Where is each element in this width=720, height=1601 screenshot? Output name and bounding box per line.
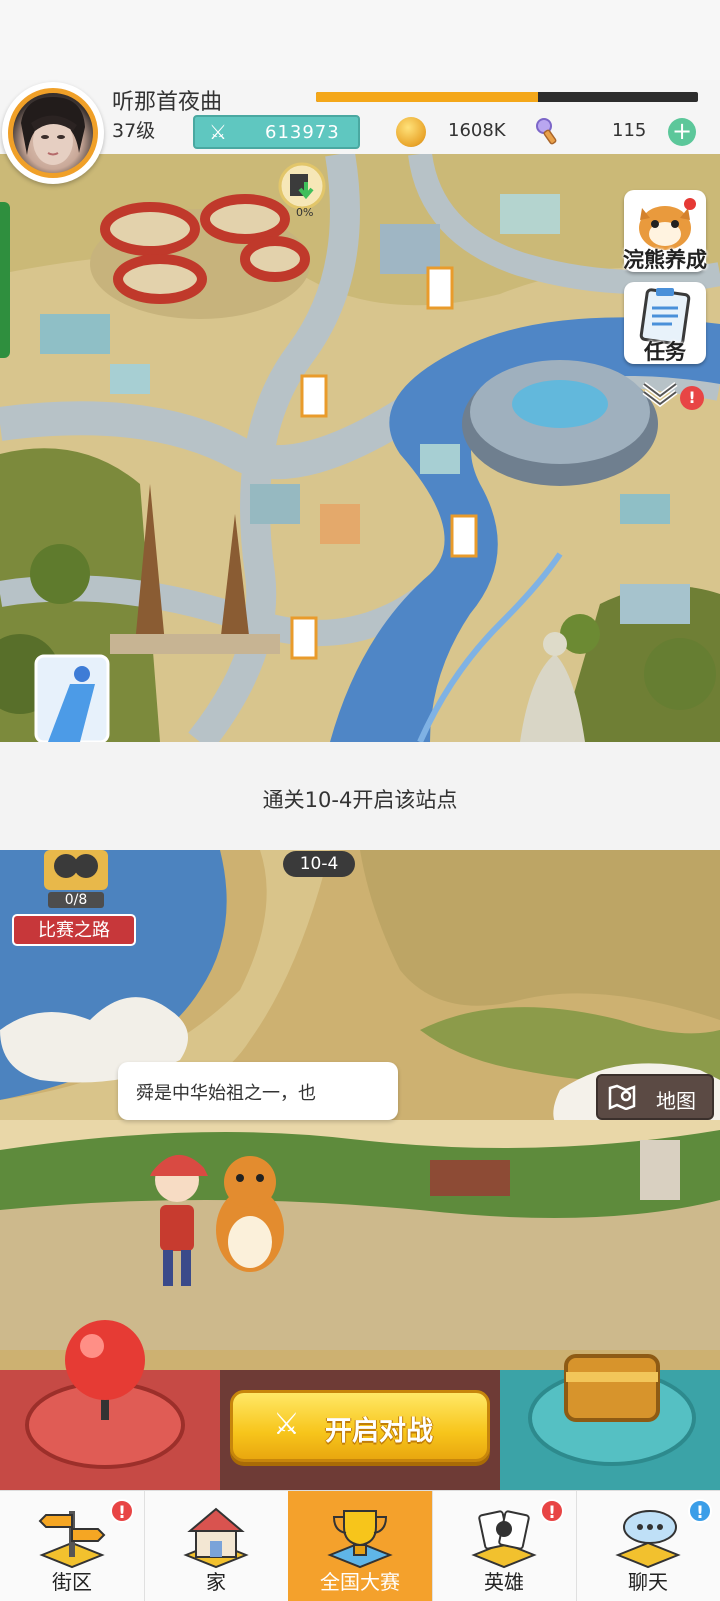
nav-item-chat[interactable]: ! 聊天 xyxy=(576,1491,720,1601)
player-level: 37级 xyxy=(112,120,156,142)
nav-item-street[interactable]: ! 街区 xyxy=(0,1491,144,1601)
match-road-icon xyxy=(44,850,108,890)
trophy-icon xyxy=(327,1510,393,1569)
nav-item-heroes[interactable]: ! 英雄 xyxy=(432,1491,576,1601)
nav-label-home: 家 xyxy=(206,1570,226,1594)
xp-progress-bar xyxy=(316,92,698,102)
start-battle-label: 开启对战 xyxy=(325,1416,433,1447)
player-avatar[interactable] xyxy=(8,88,98,178)
match-road-progress: 0/8 xyxy=(48,892,104,908)
nav-label-street: 街区 xyxy=(52,1570,92,1594)
crossed-swords-icon: ⚔ xyxy=(209,120,227,144)
treasure-chest-button[interactable] xyxy=(520,1354,710,1484)
current-stage-tag: 10-4 xyxy=(283,851,355,877)
combat-power-box[interactable]: ⚔ 613973 xyxy=(193,115,360,149)
dialogue-bubble[interactable]: 舜是中华始祖之一，也 xyxy=(118,1062,398,1120)
dialogue-text: 舜是中华始祖之一，也 xyxy=(136,1083,316,1104)
nav-label-chat: 聊天 xyxy=(628,1570,668,1594)
gem-count: 115 xyxy=(612,120,647,141)
nav-item-national-contest[interactable]: 全国大赛 xyxy=(288,1491,432,1601)
xp-progress-fill xyxy=(316,92,538,102)
map-icon xyxy=(608,1084,636,1110)
nav-label-heroes: 英雄 xyxy=(484,1570,524,1594)
expand-chevron-icon[interactable] xyxy=(640,378,680,408)
unlock-notice-panel: 通关10-4开启该站点 xyxy=(0,742,720,850)
house-icon xyxy=(183,1507,249,1569)
alert-badge-icon: ! xyxy=(680,386,704,410)
city-map[interactable]: 0% 浣熊养成 任务 ! xyxy=(0,154,720,742)
city-map-artwork xyxy=(0,154,720,742)
status-bar xyxy=(0,0,720,80)
coin-count: 1608K xyxy=(448,120,506,141)
bottom-navigation: ! 街区 家 全国大赛 ! 英雄 ! 聊天 xyxy=(0,1490,720,1601)
joystick-control[interactable] xyxy=(0,1370,220,1490)
nav-alert-badge: ! xyxy=(688,1499,712,1523)
player-name: 听那首夜曲 xyxy=(112,90,223,115)
nav-alert-badge: ! xyxy=(540,1499,564,1523)
gem-key-icon xyxy=(536,118,557,145)
coin-icon xyxy=(396,117,426,147)
nav-item-home[interactable]: 家 xyxy=(144,1491,288,1601)
chat-bubbles-icon xyxy=(615,1510,681,1569)
combat-power-value: 613973 xyxy=(265,122,340,143)
raccoon-care-label: 浣熊养成 xyxy=(623,248,707,272)
raccoon-care-button[interactable]: 浣熊养成 xyxy=(623,190,707,272)
nav-label-national-contest: 全国大赛 xyxy=(320,1570,400,1594)
crossed-swords-icon: ⚔ xyxy=(273,1407,300,1442)
nav-alert-badge: ! xyxy=(110,1499,134,1523)
street-signpost-icon xyxy=(38,1511,106,1569)
map-button-label: 地图 xyxy=(656,1089,696,1113)
unlock-notice-text: 通关10-4开启该站点 xyxy=(262,788,458,812)
left-drawer-handle[interactable] xyxy=(0,202,10,358)
world-map-button[interactable]: 地图 xyxy=(596,1074,714,1120)
tasks-button[interactable]: 任务 xyxy=(624,282,706,364)
building-progress-label: 0% xyxy=(296,206,314,219)
start-battle-button[interactable]: ⚔ 开启对战 xyxy=(230,1390,490,1462)
hero-cards-icon xyxy=(471,1510,537,1569)
plus-icon: + xyxy=(671,117,693,145)
match-road-button[interactable]: 比赛之路 xyxy=(12,914,136,946)
tasks-label: 任务 xyxy=(644,340,686,364)
add-currency-button[interactable]: + xyxy=(668,118,696,146)
